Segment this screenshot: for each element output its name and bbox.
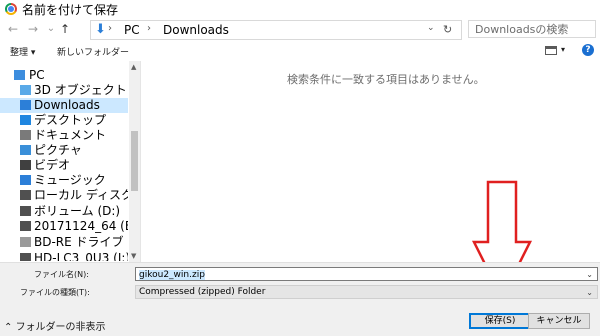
pane-divider[interactable]: [140, 61, 141, 262]
sidebar-item-label: 3D オブジェクト: [34, 83, 127, 97]
pictures-icon: [20, 145, 31, 155]
filename-field[interactable]: gikou2_win.zip ⌄: [135, 267, 598, 281]
pc-icon: [14, 70, 25, 80]
chrome-icon: [5, 3, 17, 15]
sidebar-item[interactable]: ビデオ: [0, 158, 128, 173]
sidebar-item[interactable]: PC: [0, 68, 128, 83]
sidebar-scrollbar[interactable]: ▲ ▼: [129, 61, 140, 262]
sidebar-item[interactable]: ボリューム (D:): [0, 204, 128, 219]
desktop-icon: [20, 115, 31, 125]
filename-value: gikou2_win.zip: [139, 270, 205, 280]
sidebar-item-label: デスクトップ: [34, 113, 107, 127]
sidebar-item-label: 20171124_64 (E:: [34, 219, 128, 233]
scroll-down-icon[interactable]: ▼: [131, 252, 136, 260]
forward-button[interactable]: →: [26, 22, 40, 36]
command-bar: 整理 ▾ 新しいフォルダー ▾ ?: [0, 41, 600, 61]
hide-folders-label: フォルダーの非表示: [15, 322, 106, 333]
chevron-right-icon: ›: [147, 23, 151, 34]
view-dropdown-icon[interactable]: ▾: [561, 45, 565, 54]
sidebar-item-label: ボリューム (D:): [34, 204, 121, 218]
view-options-icon[interactable]: [545, 46, 557, 55]
sidebar-item[interactable]: 3D オブジェクト: [0, 83, 128, 98]
filetype-select[interactable]: Compressed (zipped) Folder ⌄: [135, 285, 598, 299]
help-button[interactable]: ?: [582, 44, 594, 56]
sidebar-item-label: ドキュメント: [34, 128, 107, 142]
save-button[interactable]: 保存(S): [469, 313, 531, 329]
sidebar-item-label: ビデオ: [34, 158, 71, 172]
sidebar-item[interactable]: ドキュメント: [0, 128, 128, 143]
drive-icon: [20, 221, 31, 231]
search-input[interactable]: Downloadsの検索: [468, 20, 596, 38]
chevron-down-icon: ⌄: [586, 288, 593, 297]
address-bar[interactable]: ⬇ › PC › Downloads ⌄ ↻: [90, 20, 462, 40]
breadcrumb-pc[interactable]: PC: [124, 23, 140, 37]
documents-icon: [20, 130, 31, 140]
save-panel: ファイル名(N): gikou2_win.zip ⌄ ファイルの種類(T): C…: [0, 262, 600, 336]
search-placeholder: Downloadsの検索: [475, 23, 569, 36]
scroll-up-icon[interactable]: ▲: [131, 63, 136, 71]
chevron-right-icon: ›: [108, 23, 112, 34]
download-icon: ⬇: [95, 22, 106, 37]
navigation-pane: PC 3D オブジェクト Downloads デスクトップ ドキュメント ピクチャ ビデオミ…: [0, 61, 128, 261]
caret-up-icon: ⌃: [4, 322, 16, 333]
3d-objects-icon: [20, 85, 31, 95]
chevron-down-icon[interactable]: ⌄: [586, 268, 593, 282]
filetype-value: Compressed (zipped) Folder: [139, 287, 266, 297]
sidebar-item[interactable]: Downloads: [0, 98, 128, 113]
local-disk-icon: [20, 190, 31, 200]
empty-results-message: 検索条件に一致する項目はありません。: [287, 73, 485, 86]
download-icon: [20, 100, 31, 110]
filename-label: ファイル名(N):: [34, 270, 89, 279]
scrollbar-thumb[interactable]: [131, 131, 138, 191]
back-button[interactable]: ←: [6, 22, 20, 36]
recent-locations-button[interactable]: ⌄: [44, 22, 58, 36]
sidebar-item[interactable]: HD-LC3_0U3 (I:): [0, 251, 128, 261]
videos-icon: [20, 160, 31, 170]
sidebar-item[interactable]: 20171124_64 (E:: [0, 219, 128, 234]
bd-drive-icon: [20, 237, 31, 247]
sidebar-item-label: ローカル ディスク (C:): [34, 188, 128, 202]
refresh-icon[interactable]: ↻: [443, 23, 452, 36]
sidebar-item[interactable]: ローカル ディスク (C:): [0, 188, 128, 203]
sidebar-item-label: ピクチャ: [34, 143, 82, 157]
window-title: 名前を付けて保存: [22, 3, 119, 17]
sidebar-item-label: PC: [29, 68, 45, 82]
cancel-button[interactable]: キャンセル: [528, 313, 590, 329]
sidebar-item-label: ミュージック: [34, 173, 106, 187]
organize-button[interactable]: 整理 ▾: [10, 45, 35, 58]
new-folder-button[interactable]: 新しいフォルダー: [57, 45, 129, 58]
filetype-label: ファイルの種類(T):: [20, 288, 90, 297]
title-bar: 名前を付けて保存: [0, 0, 600, 18]
sidebar-item[interactable]: デスクトップ: [0, 113, 128, 128]
sidebar-item-label: BD-RE ドライブ (F:): [34, 235, 128, 249]
sidebar-item-label: HD-LC3_0U3 (I:): [34, 251, 128, 261]
breadcrumb-downloads[interactable]: Downloads: [163, 23, 229, 37]
drive-icon: [20, 206, 31, 216]
up-button[interactable]: ↑: [58, 22, 72, 36]
music-icon: [20, 175, 31, 185]
sidebar-item[interactable]: ピクチャ: [0, 143, 128, 158]
sidebar-item[interactable]: BD-RE ドライブ (F:): [0, 235, 128, 250]
hide-folders-toggle[interactable]: ⌃ フォルダーの非表示: [4, 318, 106, 333]
sidebar-item-label: Downloads: [34, 98, 100, 112]
sidebar-item[interactable]: ミュージック: [0, 173, 128, 188]
drive-icon: [20, 253, 31, 261]
chevron-down-icon[interactable]: ⌄: [427, 23, 435, 33]
address-row: ← → ⌄ ↑ ⬇ › PC › Downloads ⌄ ↻ Downloads…: [0, 19, 600, 41]
